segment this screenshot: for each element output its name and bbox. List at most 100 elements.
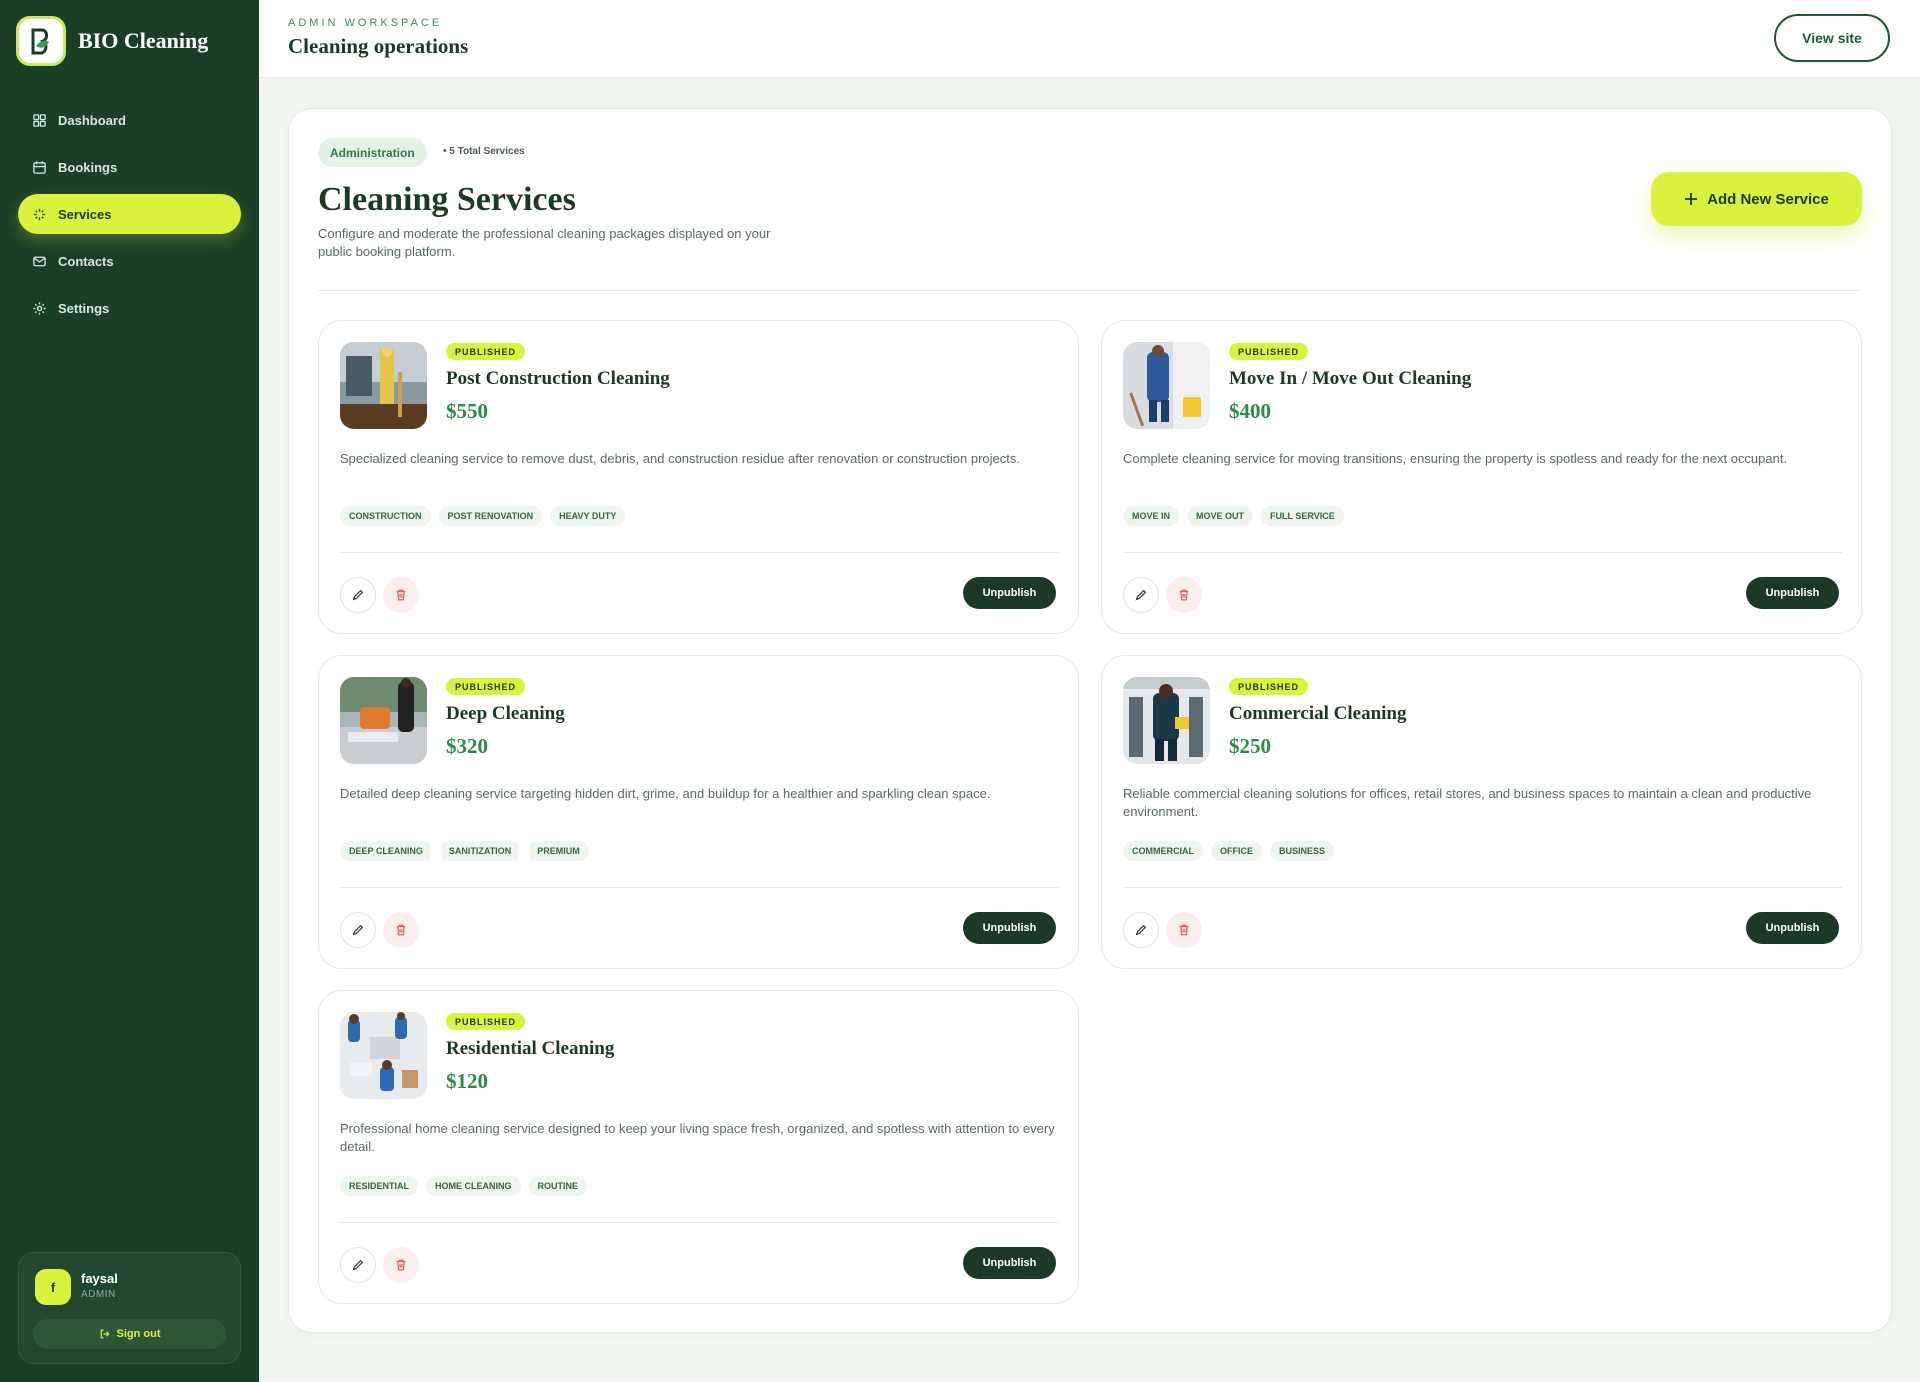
brand-name: BIO Cleaning	[78, 28, 209, 53]
service-price: $320	[446, 734, 488, 758]
trash-icon	[396, 1259, 406, 1271]
service-title: Deep Cleaning	[446, 703, 565, 724]
pencil-icon	[352, 589, 364, 601]
card-divider	[1123, 552, 1842, 553]
unpublish-button[interactable]: Unpublish	[963, 912, 1056, 944]
service-tags: DEEP CLEANING SANITIZATION PREMIUM	[340, 841, 589, 861]
service-image	[340, 1012, 427, 1099]
plus-icon	[1685, 193, 1698, 205]
card-divider	[340, 887, 1059, 888]
sidebar-item-dashboard[interactable]: Dashboard	[18, 100, 241, 140]
status-badge: PUBLISHED	[1229, 678, 1309, 695]
trash-icon	[1179, 924, 1189, 936]
delete-button[interactable]	[1166, 912, 1202, 948]
edit-button[interactable]	[1123, 912, 1159, 948]
card-divider	[340, 1222, 1059, 1223]
pencil-icon	[352, 1259, 364, 1271]
header-eyebrow: ADMIN WORKSPACE	[288, 17, 443, 29]
brand[interactable]: BIO Cleaning	[16, 16, 208, 66]
user-role: ADMIN	[81, 1289, 116, 1300]
services-title: Cleaning Services	[318, 181, 576, 218]
service-image	[1123, 677, 1210, 764]
unpublish-button[interactable]: Unpublish	[1746, 912, 1839, 944]
service-tag: ROUTINE	[528, 1176, 588, 1196]
service-description: Complete cleaning service for moving tra…	[1123, 451, 1788, 466]
sidebar-item-label: Dashboard	[58, 112, 126, 128]
services-panel: Administration • 5 Total Services Cleani…	[288, 108, 1892, 1333]
edit-button[interactable]	[1123, 577, 1159, 613]
delete-button[interactable]	[383, 577, 419, 613]
service-tags: MOVE IN MOVE OUT FULL SERVICE	[1123, 506, 1344, 526]
service-tag: MOVE OUT	[1187, 506, 1254, 526]
card-divider	[340, 552, 1059, 553]
unpublish-button[interactable]: Unpublish	[1746, 577, 1839, 609]
delete-button[interactable]	[383, 912, 419, 948]
service-title: Commercial Cleaning	[1229, 703, 1407, 724]
service-tag: HEAVY DUTY	[550, 506, 626, 526]
sign-out-icon	[100, 1329, 110, 1339]
service-description: Professional home cleaning service desig…	[340, 1121, 1055, 1154]
brand-logo-icon	[16, 16, 66, 66]
sidebar-item-label: Bookings	[58, 159, 118, 175]
service-title: Post Construction Cleaning	[446, 368, 670, 389]
edit-button[interactable]	[340, 1247, 376, 1283]
top-bar: ADMIN WORKSPACE Cleaning operations View…	[259, 0, 1920, 78]
service-tag: OFFICE	[1211, 841, 1262, 861]
total-services-count: • 5 Total Services	[443, 146, 525, 157]
delete-button[interactable]	[383, 1247, 419, 1283]
sign-out-button[interactable]: Sign out	[33, 1319, 226, 1349]
add-new-service-button[interactable]: Add New Service	[1651, 172, 1862, 226]
service-tag: DEEP CLEANING	[340, 841, 432, 861]
sign-out-label: Sign out	[116, 1328, 161, 1340]
trash-icon	[396, 589, 406, 601]
service-image	[340, 342, 427, 429]
service-tag: MOVE IN	[1123, 506, 1180, 526]
avatar: f	[35, 1269, 71, 1305]
sidebar-nav: Dashboard Bookings Services Contacts Set…	[18, 100, 241, 335]
service-tag: HOME CLEANING	[426, 1176, 521, 1196]
service-card: PUBLISHED Deep Cleaning $320 Detailed de…	[318, 655, 1079, 969]
service-image	[340, 677, 427, 764]
section-pill: Administration	[318, 138, 427, 167]
service-tags: RESIDENTIAL HOME CLEANING ROUTINE	[340, 1176, 588, 1196]
pencil-icon	[1135, 589, 1147, 601]
edit-button[interactable]	[340, 912, 376, 948]
service-description: Specialized cleaning service to remove d…	[340, 451, 1020, 466]
service-tag: PREMIUM	[528, 841, 589, 861]
sidebar-item-label: Contacts	[58, 253, 114, 269]
service-tag: COMMERCIAL	[1123, 841, 1203, 861]
service-price: $120	[446, 1069, 488, 1093]
sidebar-item-label: Services	[58, 206, 112, 222]
status-badge: PUBLISHED	[446, 343, 526, 360]
sidebar-item-bookings[interactable]: Bookings	[18, 147, 241, 187]
sidebar-item-settings[interactable]: Settings	[18, 288, 241, 328]
service-tag: SANITIZATION	[439, 841, 521, 861]
calendar-icon	[33, 160, 46, 174]
service-title: Residential Cleaning	[446, 1038, 615, 1059]
user-card: f faysal ADMIN Sign out	[18, 1252, 241, 1364]
service-card: PUBLISHED Move In / Move Out Cleaning $4…	[1101, 320, 1862, 634]
card-divider	[1123, 887, 1842, 888]
view-site-button[interactable]: View site	[1774, 14, 1890, 62]
sidebar-item-services[interactable]: Services	[18, 194, 241, 234]
service-description: Reliable commercial cleaning solutions f…	[1123, 786, 1812, 819]
service-card: PUBLISHED Residential Cleaning $120 Prof…	[318, 990, 1079, 1304]
gear-icon	[33, 301, 46, 315]
sidebar-item-contacts[interactable]: Contacts	[18, 241, 241, 281]
sidebar-item-label: Settings	[58, 300, 110, 316]
service-price: $250	[1229, 734, 1271, 758]
trash-icon	[396, 924, 406, 936]
unpublish-button[interactable]: Unpublish	[963, 577, 1056, 609]
edit-button[interactable]	[340, 577, 376, 613]
service-tags: COMMERCIAL OFFICE BUSINESS	[1123, 841, 1335, 861]
status-badge: PUBLISHED	[446, 678, 526, 695]
delete-button[interactable]	[1166, 577, 1202, 613]
status-badge: PUBLISHED	[1229, 343, 1309, 360]
add-new-service-label: Add New Service	[1707, 190, 1829, 208]
divider	[318, 290, 1862, 291]
page-title: Cleaning operations	[288, 34, 469, 58]
services-description: Configure and moderate the professional …	[318, 226, 771, 259]
service-image	[1123, 342, 1210, 429]
service-title: Move In / Move Out Cleaning	[1229, 368, 1472, 389]
unpublish-button[interactable]: Unpublish	[963, 1247, 1056, 1279]
